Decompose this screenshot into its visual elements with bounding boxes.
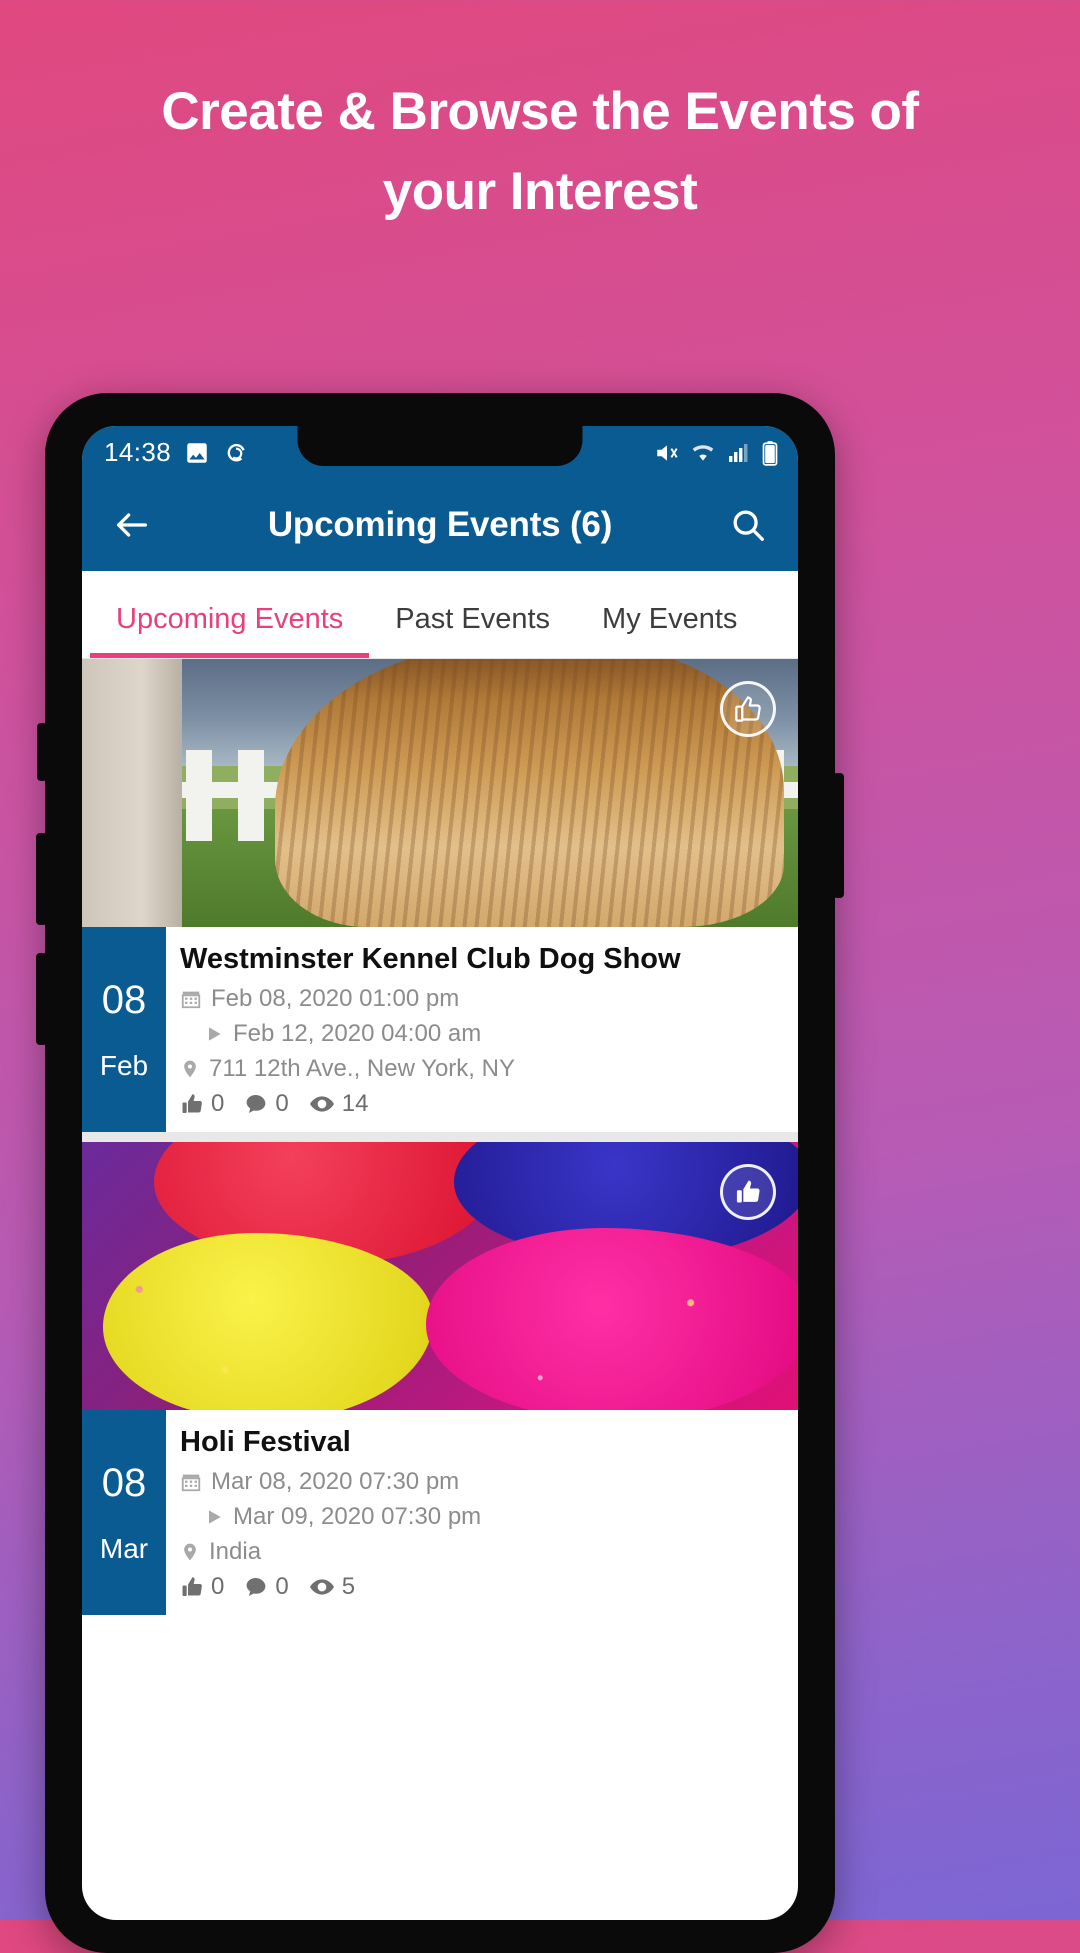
search-icon (729, 506, 767, 544)
event-views-count: 14 (341, 1090, 369, 1117)
status-bar: 14:38 (82, 426, 798, 479)
tab-past-events[interactable]: Past Events (369, 603, 576, 658)
event-start-date: Feb 08, 2020 01:00 pm (211, 985, 460, 1012)
tab-label: Past Events (395, 603, 551, 635)
signal-icon (726, 441, 750, 465)
thumbs-up-icon (180, 1575, 204, 1599)
event-comments-stat[interactable]: 0 (244, 1573, 289, 1601)
event-likes-stat[interactable]: 0 (180, 1573, 224, 1601)
play-triangle-icon (204, 1507, 224, 1527)
search-button[interactable] (722, 499, 774, 551)
location-pin-icon (180, 1058, 200, 1080)
holi-colors-photo (82, 1142, 798, 1410)
event-date-badge: 08 Feb (82, 927, 166, 1132)
event-views-stat: 5 (309, 1573, 355, 1601)
event-comments-count: 0 (275, 1090, 289, 1117)
event-end-date: Mar 09, 2020 07:30 pm (233, 1503, 482, 1530)
event-title: Holi Festival (180, 1426, 351, 1458)
back-arrow-icon (112, 505, 152, 545)
comment-icon (244, 1575, 268, 1599)
event-date-badge: 08 Mar (82, 1410, 166, 1615)
event-date-day: 08 (101, 977, 147, 1022)
event-start-date-row: Feb 08, 2020 01:00 pm (180, 985, 782, 1013)
dog-show-photo (82, 659, 798, 927)
app-spiral-icon (223, 440, 249, 466)
phone-notch (297, 426, 583, 466)
event-likes-count: 0 (211, 1573, 225, 1600)
event-date-month: Mar (99, 1532, 149, 1564)
promo-headline: Create & Browse the Events of your Inter… (161, 82, 919, 222)
tab-upcoming-events[interactable]: Upcoming Events (90, 603, 370, 658)
event-card-body: 08 Mar Holi Festival Mar 08, 2020 07:30 … (82, 1410, 798, 1615)
event-location: 711 12th Ave., New York, NY (209, 1055, 515, 1082)
eye-icon (309, 1091, 335, 1117)
status-bar-left: 14:38 (104, 437, 249, 468)
app-bar: Upcoming Events (6) (82, 479, 798, 571)
event-date-month: Feb (99, 1049, 149, 1081)
back-button[interactable] (106, 499, 158, 551)
like-button[interactable] (720, 681, 776, 737)
event-card[interactable]: 08 Feb Westminster Kennel Club Dog Show (82, 659, 798, 1132)
calendar-icon (180, 1471, 202, 1493)
tab-bar: Upcoming Events Past Events My Events (82, 571, 798, 659)
event-end-date-row: Feb 12, 2020 04:00 am (180, 1020, 782, 1048)
phone-mute-switch (37, 723, 47, 781)
eye-icon (309, 1574, 335, 1600)
tab-my-events[interactable]: My Events (576, 603, 763, 658)
event-views-stat: 14 (309, 1090, 369, 1118)
event-date-day: 08 (101, 1460, 147, 1505)
wifi-icon (690, 440, 716, 466)
tab-label: Upcoming Events (116, 603, 344, 635)
event-title: Westminster Kennel Club Dog Show (180, 943, 681, 975)
image-icon (184, 440, 210, 466)
thumbs-up-icon (180, 1092, 204, 1116)
event-end-date: Feb 12, 2020 04:00 am (233, 1020, 482, 1047)
calendar-icon (180, 988, 202, 1010)
event-start-date: Mar 08, 2020 07:30 pm (211, 1468, 460, 1495)
event-details: Westminster Kennel Club Dog Show Feb 08,… (166, 927, 798, 1132)
event-location-row: 711 12th Ave., New York, NY (180, 1055, 782, 1083)
event-location-row: India (180, 1538, 782, 1566)
phone-frame: 14:38 Upcoming Events (6) Upcoming Event… (36, 393, 844, 1953)
status-bar-right (654, 440, 780, 466)
thumbs-up-icon (734, 695, 762, 723)
event-stats-row: 0 0 (180, 1573, 782, 1601)
mute-icon (654, 440, 680, 466)
thumbs-up-icon (734, 1178, 762, 1206)
event-comments-count: 0 (275, 1573, 289, 1600)
event-stats-row: 0 0 (180, 1090, 782, 1118)
event-card[interactable]: 08 Mar Holi Festival Mar 08, 2020 07:30 … (82, 1142, 798, 1615)
location-pin-icon (180, 1541, 200, 1563)
event-image-holi-festival[interactable] (82, 1142, 798, 1410)
phone-volume-up-button (36, 833, 47, 925)
phone-power-button (833, 773, 844, 898)
status-bar-clock: 14:38 (104, 437, 172, 467)
event-likes-count: 0 (211, 1090, 225, 1117)
event-likes-stat[interactable]: 0 (180, 1090, 224, 1118)
battery-icon (760, 440, 780, 466)
play-triangle-icon (204, 1024, 224, 1044)
like-button[interactable] (720, 1164, 776, 1220)
event-views-count: 5 (341, 1573, 356, 1600)
event-image-dog-show[interactable] (82, 659, 798, 927)
phone-volume-down-button (36, 953, 47, 1045)
event-location: India (209, 1538, 262, 1565)
event-comments-stat[interactable]: 0 (244, 1090, 289, 1118)
page-title: Upcoming Events (6) (267, 505, 613, 544)
comment-icon (244, 1092, 268, 1116)
event-details: Holi Festival Mar 08, 2020 07:30 pm Mar … (166, 1410, 798, 1615)
event-card-body: 08 Feb Westminster Kennel Club Dog Show (82, 927, 798, 1132)
event-end-date-row: Mar 09, 2020 07:30 pm (180, 1503, 782, 1531)
event-start-date-row: Mar 08, 2020 07:30 pm (180, 1468, 782, 1496)
tab-label: My Events (602, 603, 738, 635)
phone-screen: 14:38 Upcoming Events (6) Upcoming Event… (82, 426, 798, 1920)
event-list[interactable]: 08 Feb Westminster Kennel Club Dog Show (82, 659, 798, 1615)
